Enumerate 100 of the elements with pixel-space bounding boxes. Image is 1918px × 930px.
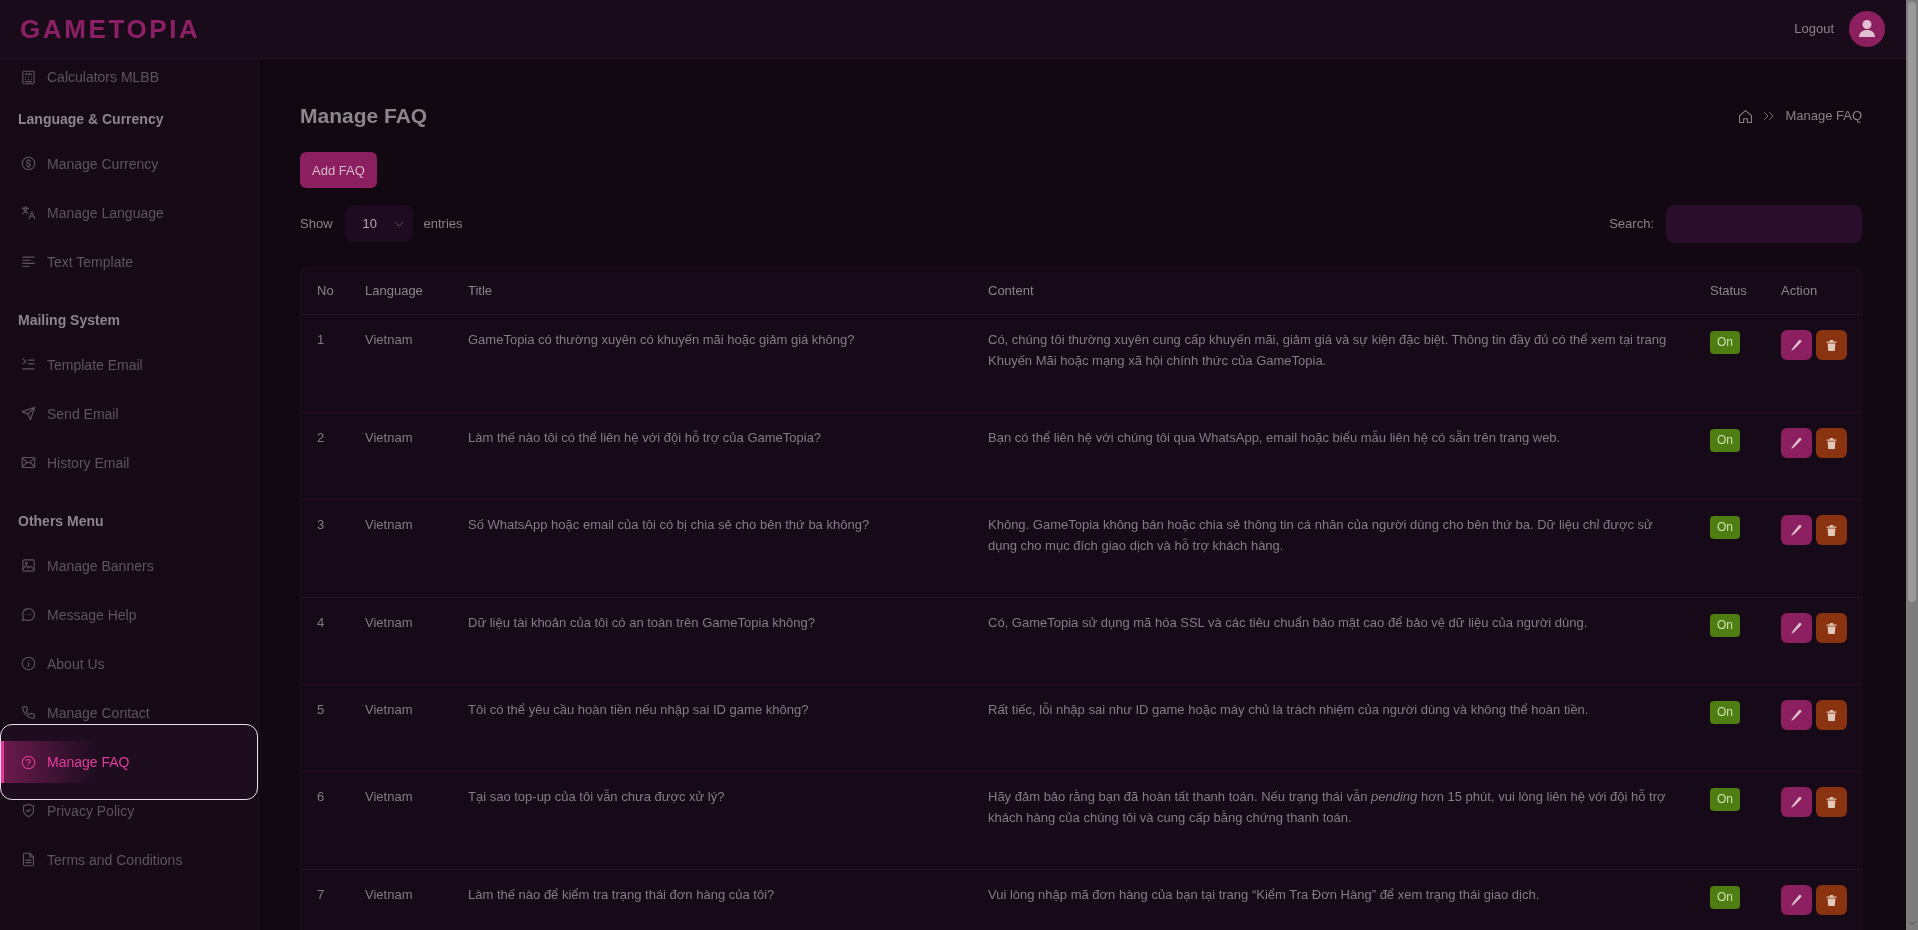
table-cell: 3: [301, 499, 349, 598]
document-icon: [21, 852, 36, 867]
entries-select[interactable]: 10: [344, 205, 413, 242]
table-cell: 7: [301, 869, 349, 930]
table-cell: Vietnam: [349, 499, 452, 598]
pencil-icon: [1790, 795, 1803, 809]
home-icon[interactable]: [1738, 108, 1754, 124]
edit-button[interactable]: [1781, 885, 1812, 915]
chevrons-right-icon: [1763, 110, 1776, 122]
status-badge: On: [1710, 886, 1740, 909]
trash-icon: [1825, 621, 1838, 635]
shield-check-icon: [21, 803, 36, 818]
table-cell: Vietnam: [349, 771, 452, 870]
table-cell: Tại sao top-up của tôi vẫn chưa được xử lý?: [452, 771, 972, 870]
edit-button[interactable]: [1781, 515, 1812, 545]
sidebar-item[interactable]: Terms and Conditions: [0, 835, 258, 884]
pencil-icon: [1790, 338, 1803, 352]
translate-icon: [21, 205, 36, 220]
user-avatar-icon[interactable]: [1849, 11, 1885, 47]
column-header: Language: [349, 268, 452, 315]
indent-list-icon: [21, 357, 36, 372]
search-field[interactable]: [1666, 204, 1862, 243]
delete-button[interactable]: [1816, 700, 1847, 730]
envelope-icon: [21, 455, 36, 470]
logo[interactable]: GAMETOPIA: [20, 14, 201, 44]
sidebar-item[interactable]: Manage Language: [0, 188, 258, 237]
delete-button[interactable]: [1816, 787, 1847, 817]
pencil-icon: [1790, 523, 1803, 537]
table-cell: 5: [301, 684, 349, 772]
sidebar-item[interactable]: Manage Currency: [0, 139, 258, 188]
column-header: Status: [1694, 268, 1765, 315]
delete-button[interactable]: [1816, 885, 1847, 915]
delete-button[interactable]: [1816, 515, 1847, 545]
status-badge: On: [1710, 516, 1740, 539]
breadcrumb-item: Manage FAQ: [1785, 107, 1862, 125]
table-cell: 4: [301, 597, 349, 685]
delete-button[interactable]: [1816, 428, 1847, 458]
search-label: Search:: [1609, 216, 1654, 231]
table-cell: Vietnam: [349, 869, 452, 930]
phone-icon: [21, 705, 36, 720]
edit-button[interactable]: [1781, 613, 1812, 643]
status-badge: On: [1710, 788, 1740, 811]
image-icon: [21, 558, 36, 573]
table-cell: Vietnam: [349, 684, 452, 772]
table-cell: Không. GameTopia không bán hoặc chia sẻ thông tin cá nhân của người dùng cho bên thứ ba. Dữ liệu chỉ được sử dụng cho mục đích giao dịch và hỗ trợ khách hàng.: [972, 499, 1694, 598]
table-cell: Vietnam: [349, 314, 452, 413]
sidebar-item[interactable]: Message Help: [0, 590, 258, 639]
info-icon: [21, 656, 36, 671]
sidebar-item[interactable]: Manage FAQ: [0, 724, 258, 800]
table-cell: Tôi có thể yêu cầu hoàn tiền nếu nhập sai ID game không?: [452, 684, 972, 772]
delete-button[interactable]: [1816, 330, 1847, 360]
show-label: Show: [300, 216, 333, 231]
status-badge: On: [1710, 331, 1740, 354]
pencil-icon: [1790, 621, 1803, 635]
column-header: Title: [452, 268, 972, 315]
table-cell: 6: [301, 771, 349, 870]
entries-label: entries: [423, 216, 463, 231]
table-cell: Vietnam: [349, 412, 452, 500]
help-circle-icon: [21, 754, 36, 770]
sidebar-item[interactable]: Template Email: [0, 340, 258, 389]
table-cell: 1: [301, 314, 349, 413]
scrollbar-track[interactable]: [1906, 0, 1918, 930]
trash-icon: [1825, 338, 1838, 352]
sidebar-item[interactable]: Calculators MLBB: [0, 59, 258, 95]
trash-icon: [1825, 795, 1838, 809]
status-badge: On: [1710, 701, 1740, 724]
edit-button[interactable]: [1781, 700, 1812, 730]
edit-button[interactable]: [1781, 428, 1812, 458]
sidebar-item[interactable]: History Email: [0, 438, 258, 487]
trash-icon: [1825, 436, 1838, 450]
add-faq-button[interactable]: Add FAQ: [300, 152, 377, 188]
trash-icon: [1825, 708, 1838, 722]
table-cell: Có, GameTopia sử dụng mã hóa SSL và các tiêu chuẩn bảo mật cao để bảo vệ dữ liệu của người dùng.: [972, 597, 1694, 685]
table-cell: Số WhatsApp hoặc email của tôi có bị chia sẻ cho bên thứ ba không?: [452, 499, 972, 598]
sidebar-heading: Language & Currency: [17, 110, 165, 129]
table-cell: Có, chúng tôi thường xuyên cung cấp khuyến mãi, giảm giá và sự kiện đặc biệt. Thông tin đầy đủ có thể xem tại trang Khuyến Mãi hoặc mạng xã hội chính thức của GameTopia.: [972, 314, 1694, 413]
sidebar-heading: Others Menu: [17, 512, 105, 531]
sidebar-heading: Mailing System: [17, 311, 121, 330]
sidebar-item[interactable]: Manage Banners: [0, 541, 258, 590]
table-cell: Làm thế nào tôi có thể liên hệ với đội hỗ trợ của GameTopia?: [452, 412, 972, 500]
table-cell: 2: [301, 412, 349, 500]
scrollbar-thumb[interactable]: [1908, 2, 1916, 602]
column-header: Content: [972, 268, 1694, 315]
table-cell: Dữ liệu tài khoản của tôi có an toàn trên GameTopia không?: [452, 597, 972, 685]
text-lines-icon: [21, 254, 36, 269]
sidebar-item[interactable]: Send Email: [0, 389, 258, 438]
sidebar-item[interactable]: About Us: [0, 639, 258, 688]
edit-button[interactable]: [1781, 787, 1812, 817]
table-cell: Vietnam: [349, 597, 452, 685]
edit-button[interactable]: [1781, 330, 1812, 360]
status-badge: On: [1710, 614, 1740, 637]
table-cell: Vui lòng nhập mã đơn hàng của bạn tại trang “Kiểm Tra Đơn Hàng” để xem trạng thái giao dịch.: [972, 869, 1694, 930]
table-cell: GameTopia có thường xuyên có khuyến mãi hoặc giảm giá không?: [452, 314, 972, 413]
logout-link[interactable]: Logout: [1794, 20, 1834, 38]
sidebar-item[interactable]: Text Template: [0, 237, 258, 286]
status-badge: On: [1710, 429, 1740, 452]
pencil-icon: [1790, 708, 1803, 722]
page-title: Manage FAQ: [300, 103, 428, 129]
trash-icon: [1825, 893, 1838, 907]
delete-button[interactable]: [1816, 613, 1847, 643]
